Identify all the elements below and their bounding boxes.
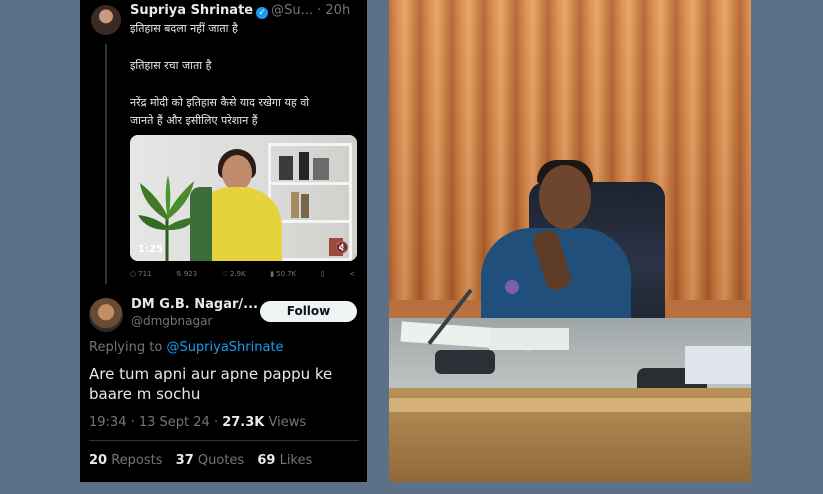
divider [89,440,359,441]
author-avatar[interactable] [91,5,121,35]
replying-prefix: Replying to [89,340,163,355]
views-count: 50.7K [276,270,297,278]
office-photo [389,0,751,482]
tweet-header: Supriya Shrinate ✓ @Su... · 20h [130,3,359,19]
share-icon: < [349,270,355,278]
like-count: 2.9K [229,270,246,278]
repost-count: 923 [183,270,198,278]
bookmark-icon: ▯ [320,270,325,278]
thread-line [105,44,107,284]
mention-link[interactable]: @SupriyaShrinate [166,340,283,355]
views-button[interactable]: ▮ 50.7K [270,270,296,278]
reposts-label: Reposts [111,453,163,468]
tweet-screenshot: Supriya Shrinate ✓ @Su... · 20h इतिहास बदल… [80,0,367,482]
reply-icon: ○ [130,270,137,278]
speaker-shawl [190,187,212,261]
views-label: Views [268,415,307,430]
likes-label: Likes [279,453,313,468]
replying-to: Replying to @SupriyaShrinate [89,340,284,355]
desk-edge [389,398,751,412]
tweet-metrics: ○ 711 ⇅ 923 ♡ 2.9K ▮ 50.7K ▯ < [130,270,355,278]
speaker-face [222,155,252,191]
heart-icon: ♡ [221,270,228,278]
tweet-age: · 20h [317,3,351,18]
tweet-text-line: इतिहास रचा जाता है [130,59,212,72]
reply-author-avatar[interactable] [89,298,123,332]
tweet-text-line: नरेंद्र मोदी को इतिहास कैसे याद रखेगा यह… [130,96,310,109]
share-button[interactable]: < [349,270,355,278]
views-count: 27.3K [222,415,265,430]
reposts-stat[interactable]: 20 Reposts [89,453,163,468]
reposts-count: 20 [89,453,108,468]
quotes-stat[interactable]: 37 Quotes [176,453,245,468]
desk-file [489,328,569,350]
tweet-author-name[interactable]: Supriya Shrinate [130,3,253,18]
microphone-base [435,350,495,374]
repost-icon: ⇅ [175,270,182,278]
reply-stats: 20 Reposts 37 Quotes 69 Likes [89,453,321,468]
quotes-label: Quotes [197,453,245,468]
microphone-icon [505,280,519,294]
bookmark-button[interactable]: ▯ [321,270,325,278]
verified-badge-icon: ✓ [256,7,269,19]
tweet-author-handle[interactable]: @Su... [271,3,313,18]
bar-chart-icon: ▮ [270,270,275,278]
reply-button[interactable]: ○ 711 [130,270,151,278]
official-face [539,165,591,229]
video-duration: 1:25 [138,244,163,255]
nameplate [685,346,751,384]
reply-author-name[interactable]: DM G.B. Nagar/... [131,297,258,312]
video-thumbnail[interactable]: 1:25 🔇 [130,135,357,261]
likes-count: 69 [257,453,276,468]
repost-button[interactable]: ⇅ 923 [176,270,197,278]
reply-count: 711 [138,270,152,278]
tweet-text-line: जानते हैं और इसीलिए परेशान हैं [130,114,258,127]
reply-author-handle[interactable]: @dmgbnagar [131,314,212,328]
volume-mute-icon[interactable]: 🔇 [335,241,349,255]
like-button[interactable]: ♡ 2.9K [222,270,246,278]
timestamp-text[interactable]: 19:34 · 13 Sept 24 · [89,415,218,430]
reply-timestamp: 19:34 · 13 Sept 24 · 27.3K Views [89,415,306,430]
reply-text: Are tum apni aur apne pappu ke baare m s… [89,365,333,403]
follow-button[interactable]: Follow [260,301,357,322]
quotes-count: 37 [175,453,194,468]
likes-stat[interactable]: 69 Likes [257,453,312,468]
tweet-text-line: इतिहास बदला नहीं जाता है [130,22,238,35]
